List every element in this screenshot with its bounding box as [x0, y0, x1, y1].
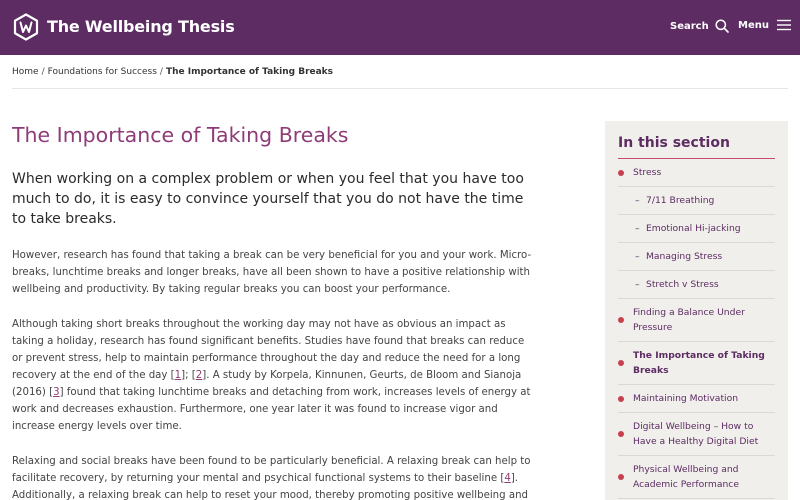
breadcrumb-home[interactable]: Home [12, 67, 39, 77]
breadcrumb-separator: / [41, 67, 45, 77]
sidebar-item-7-11-breathing[interactable]: –7/11 Breathing [618, 187, 775, 215]
dash-icon: – [635, 278, 640, 290]
dash-icon: – [635, 250, 640, 262]
sidebar-item-maintaining-motivation[interactable]: Maintaining Motivation [618, 385, 775, 413]
menu-button[interactable]: Menu [738, 19, 791, 31]
hamburger-menu-icon [776, 19, 791, 31]
sidebar-item-taking-breaks[interactable]: The Importance of Taking Breaks [618, 342, 775, 385]
lead-paragraph: When working on a complex problem or whe… [12, 171, 524, 227]
sidebar-item-stress[interactable]: Stress [618, 159, 775, 187]
site-header: The Wellbeing Thesis Search Menu [0, 0, 800, 55]
search-button[interactable]: Search [670, 19, 729, 33]
sidebar-item-digital-wellbeing[interactable]: Digital Wellbeing – How to Have a Health… [618, 413, 775, 456]
breadcrumb-foundations[interactable]: Foundations for Success [48, 67, 157, 77]
bullet-icon [618, 431, 624, 437]
breadcrumb: Home / Foundations for Success / The Importa… [12, 67, 333, 77]
sidebar-title: In this section [618, 135, 730, 151]
sidebar-item-physical-wellbeing[interactable]: Physical Wellbeing and Academic Performa… [618, 456, 775, 499]
sidebar-item-emotional-hijacking[interactable]: – Emotional Hi-jacking [618, 215, 775, 243]
bullet-icon [618, 169, 624, 176]
menu-label: Menu [738, 19, 769, 31]
search-label: Search [670, 20, 709, 32]
bullet-icon [618, 395, 624, 402]
dash-icon: – [635, 194, 640, 206]
section-sidebar: In this section Stress –7/11 Breathing –… [605, 121, 788, 500]
bullet-icon [618, 317, 624, 323]
sidebar-item-finding-balance[interactable]: Finding a Balance Under Pressure [618, 299, 775, 342]
search-icon [715, 19, 729, 33]
page-title: The Importance of Taking Breaks [12, 123, 349, 147]
wellbeing-logo-icon[interactable] [12, 13, 40, 41]
breadcrumb-divider [12, 88, 788, 89]
sidebar-item-managing-stress[interactable]: – Managing Stress [618, 243, 775, 271]
bullet-icon [618, 474, 624, 480]
bullet-icon [618, 360, 624, 366]
body-paragraph: Although taking short breaks throughout … [12, 319, 531, 432]
brand-name[interactable]: The Wellbeing Thesis [47, 17, 235, 36]
breadcrumb-current: The Importance of Taking Breaks [165, 67, 334, 77]
sidebar-nav-list: Stress –7/11 Breathing – Emotional Hi-jac… [618, 159, 775, 499]
body-paragraph: However, research has found that taking … [12, 250, 532, 295]
dash-icon: – [635, 222, 640, 234]
body-paragraph: Relaxing and social breaks have been fou… [12, 456, 531, 500]
breadcrumb-separator: / [159, 67, 163, 77]
sidebar-item-stretch-v-stress[interactable]: – Stretch v Stress [618, 271, 775, 299]
